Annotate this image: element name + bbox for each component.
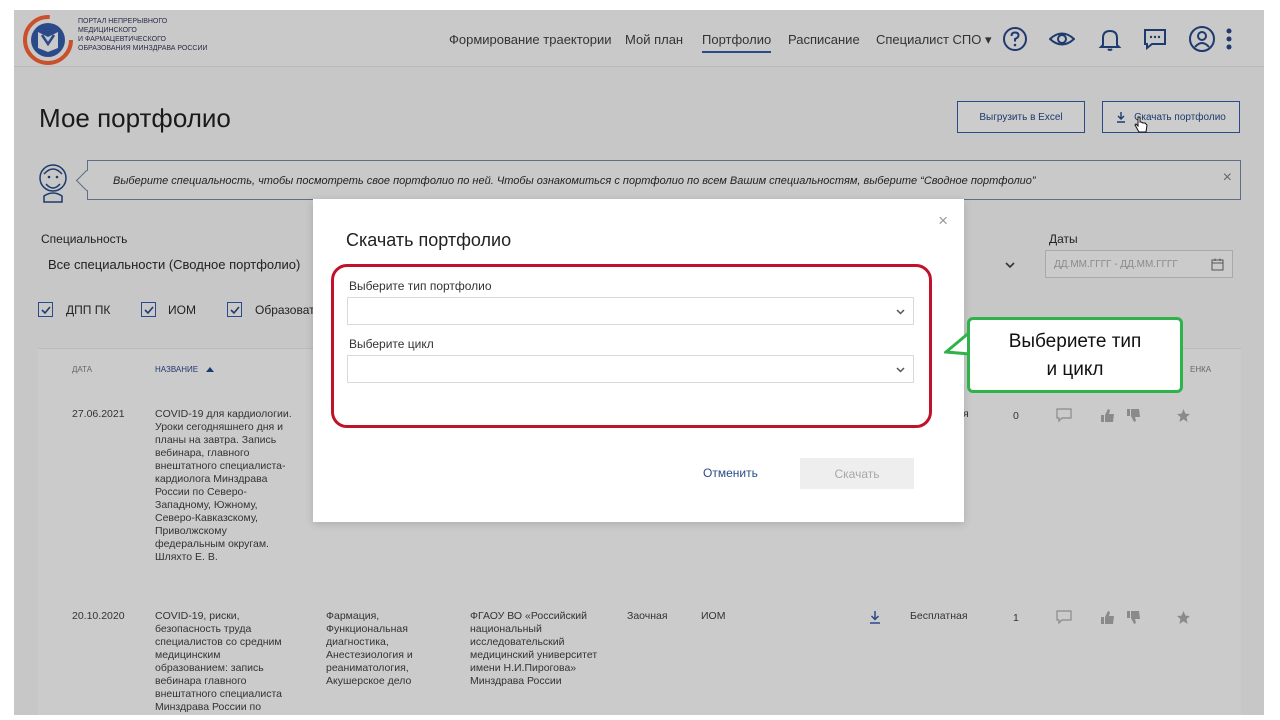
check-icon [144, 306, 154, 315]
calendar-icon[interactable] [1211, 258, 1224, 271]
comment-icon[interactable] [1056, 408, 1072, 423]
nav-schedule[interactable]: Расписание [788, 32, 860, 47]
thumbs-up-icon[interactable] [1100, 610, 1116, 625]
help-icon[interactable] [1002, 26, 1028, 52]
user-avatar-icon[interactable] [1188, 25, 1216, 53]
checkbox-educational[interactable] [227, 302, 242, 317]
checkbox-iom[interactable] [141, 302, 156, 317]
star-icon[interactable] [1176, 408, 1191, 423]
specialty-select[interactable]: Все специальности (Сводное портфолио) [48, 257, 300, 272]
row2-title[interactable]: COVID-19, риски, безопасность труда специ… [155, 610, 305, 714]
download-button-label: Скачать [834, 466, 880, 481]
download-icon [1117, 112, 1126, 123]
selection-highlight-frame [331, 264, 932, 428]
modal-title: Скачать портфолио [346, 230, 512, 250]
eye-icon[interactable] [1049, 26, 1075, 52]
info-banner-text: Выберите специальность, чтобы посмотреть… [113, 175, 1036, 187]
column-header-title-label: НАЗВАНИЕ [155, 365, 199, 374]
check-icon [230, 306, 240, 315]
check-icon [41, 306, 51, 315]
export-excel-label: Выгрузить в Excel [979, 111, 1063, 123]
thumbs-down-icon[interactable] [1126, 408, 1142, 423]
top-header: ПОРТАЛ НЕПРЕРЫВНОГО МЕДИЦИНСКОГО И ФАРМА… [14, 10, 1264, 67]
checkbox-dpp-pk[interactable] [38, 302, 53, 317]
nav-role-dropdown[interactable]: Специалист СПО ▾ [876, 32, 992, 48]
comment-icon[interactable] [1056, 610, 1072, 625]
column-header-rating[interactable]: ЕНКА [1190, 365, 1211, 374]
export-excel-button[interactable]: Выгрузить в Excel [957, 101, 1085, 133]
cancel-button[interactable]: Отменить [703, 466, 758, 480]
checkbox-label: ИОМ [168, 303, 196, 317]
row1-title[interactable]: COVID-19 для кардиологии. Уроки сегодняшн… [155, 408, 305, 564]
page-title: Мое портфолио [39, 103, 231, 133]
row2-count: 1 [1013, 612, 1019, 624]
bell-icon[interactable] [1097, 26, 1123, 52]
more-menu-icon[interactable] [1224, 26, 1234, 52]
nav-portfolio[interactable]: Портфолио [702, 32, 772, 53]
dates-placeholder: ДД.ММ.ГГГГ - ДД.ММ.ГГГГ [1054, 259, 1178, 270]
column-header-date[interactable]: ДАТА [72, 365, 92, 374]
callout-text: Выбериете тип и цикл [1008, 331, 1142, 380]
dates-label: Даты [1049, 232, 1078, 246]
download-portfolio-button[interactable]: Скачать портфолио [1102, 101, 1240, 133]
specialty-label: Специальность [41, 232, 128, 246]
instruction-callout: Выбериете тип и цикл [967, 317, 1183, 393]
close-icon[interactable]: × [938, 211, 948, 231]
row2-date: 20.10.2020 [72, 610, 125, 622]
row2-form: Заочная [627, 610, 668, 622]
row1-date: 27.06.2021 [72, 408, 125, 420]
sort-asc-icon [206, 367, 215, 372]
row2-type: ИОМ [701, 610, 726, 622]
checkbox-label: Образоват [255, 303, 315, 317]
row2-organization: ФГАОУ ВО «Российский национальный исследо… [470, 610, 598, 687]
row2-price: Бесплатная [910, 610, 968, 622]
thumbs-up-icon[interactable] [1100, 408, 1116, 423]
chevron-down-icon[interactable] [1005, 262, 1015, 268]
dates-range-input[interactable]: ДД.ММ.ГГГГ - ДД.ММ.ГГГГ [1045, 250, 1233, 278]
portal-name: ПОРТАЛ НЕПРЕРЫВНОГО МЕДИЦИНСКОГО И ФАРМА… [78, 18, 208, 52]
nav-trajectory[interactable]: Формирование траектории [449, 32, 612, 47]
info-banner: Выберите специальность, чтобы посмотреть… [87, 160, 1241, 200]
portal-logo-icon[interactable] [22, 14, 74, 66]
row1-count: 0 [1013, 410, 1019, 422]
thumbs-down-icon[interactable] [1126, 610, 1142, 625]
hand-cursor-icon [1134, 116, 1148, 133]
assistant-avatar-icon [39, 164, 67, 203]
download-button[interactable]: Скачать [800, 458, 914, 489]
nav-my-plan[interactable]: Мой план [625, 32, 683, 47]
column-header-title[interactable]: НАЗВАНИЕ [155, 365, 215, 374]
download-portfolio-modal: Скачать портфолио × Выберите тип портфол… [313, 199, 964, 522]
banner-close-icon[interactable]: × [1223, 169, 1232, 187]
row2-specialties: Фармация, Функциональная диагностика, Анес… [326, 610, 413, 687]
checkbox-label: ДПП ПК [66, 303, 111, 317]
star-icon[interactable] [1176, 610, 1191, 625]
messages-icon[interactable] [1142, 26, 1168, 52]
download-icon[interactable] [869, 610, 881, 624]
